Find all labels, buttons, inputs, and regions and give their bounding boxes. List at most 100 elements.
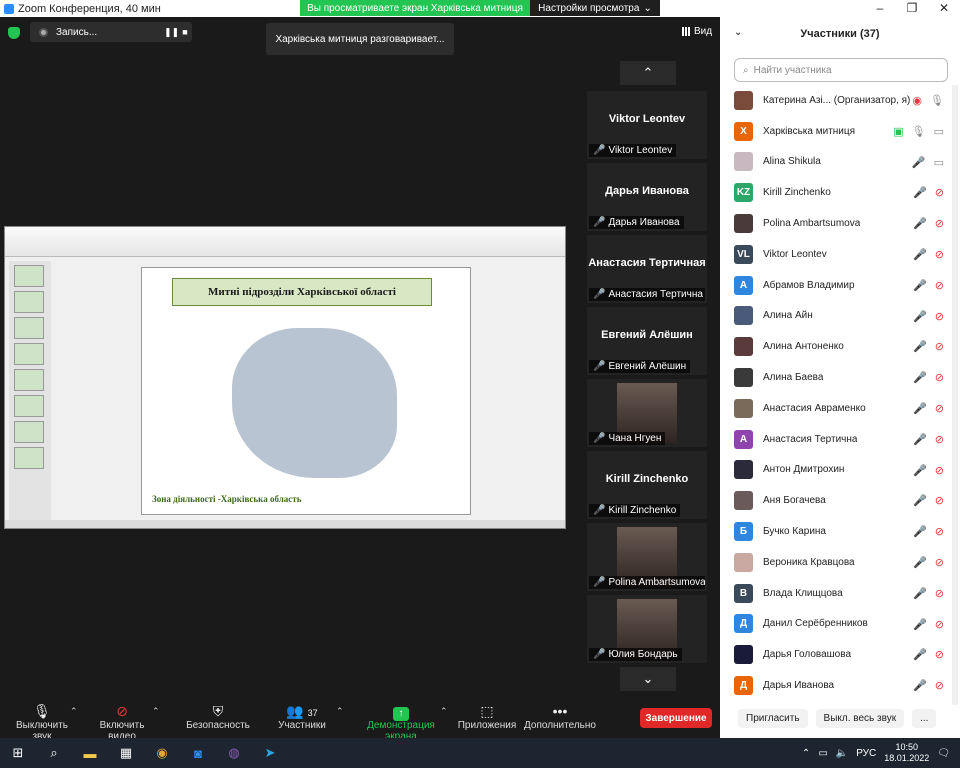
view-button[interactable]: Вид <box>682 26 712 37</box>
start-video-button[interactable]: ⊘ Включить видео <box>86 702 158 742</box>
muted-mic-icon: 🎤 <box>913 310 927 323</box>
collapse-chevron-icon[interactable]: ⌄ <box>734 27 742 38</box>
more-label: Дополнительно <box>524 720 596 731</box>
windows-start-icon[interactable]: ⊞ <box>0 738 36 768</box>
participants-button[interactable]: 👥 37 Участники <box>272 702 332 731</box>
mute-button[interactable]: 🎙 Выключить звук <box>6 702 78 742</box>
video-tile[interactable]: Kirill Zinchenko 🎤 Kirill Zinchenko <box>587 451 707 519</box>
participant-row[interactable]: KZ Kirill Zinchenko 🎤 ⊘ <box>720 177 960 208</box>
avatar: В <box>734 583 753 603</box>
participant-row[interactable]: Д Дарья Иванова 🎤 ⊘ <box>720 670 960 701</box>
participant-row[interactable]: Аня Богачева 🎤 ⊘ <box>720 485 960 516</box>
participant-row[interactable]: Алина Айн 🎤 ⊘ <box>720 301 960 332</box>
participant-search-input[interactable]: ⌕ Найти участника <box>734 58 948 82</box>
language-indicator[interactable]: РУС <box>856 748 876 759</box>
slide-title: Митні підрозділи Харківської області <box>172 278 432 306</box>
viber-icon[interactable]: ◍ <box>216 738 252 768</box>
participant-row[interactable]: В Влада Клищцова 🎤 ⊘ <box>720 578 960 609</box>
pause-recording-icon[interactable]: ❚❚ <box>164 27 179 38</box>
more-button[interactable]: ••• Дополнительно <box>524 702 596 731</box>
video-tile[interactable]: Евгений Алёшин 🎤 Евгений Алёшин <box>587 307 707 375</box>
participant-row[interactable]: Антон Дмитрохин 🎤 ⊘ <box>720 455 960 486</box>
more-icon: ••• <box>552 703 568 719</box>
close-button[interactable]: ✕ <box>928 0 960 16</box>
video-tile[interactable]: Viktor Leontev 🎤 Viktor Leontev <box>587 91 707 159</box>
participants-options-caret[interactable]: ⌃ <box>336 706 344 717</box>
calculator-icon[interactable]: ▦ <box>108 738 144 768</box>
participant-row[interactable]: Alina Shikula 🎤 ▭ <box>720 147 960 178</box>
participants-title: Участники (37) <box>800 28 880 40</box>
participant-row[interactable]: Катерина Азі... (Организатор, я) ◉ 🎙 <box>720 85 960 116</box>
file-explorer-icon[interactable]: ▬ <box>72 738 108 768</box>
slide-thumbnail <box>14 395 44 417</box>
participant-row[interactable]: Вероника Кравцова 🎤 ⊘ <box>720 547 960 578</box>
avatar: А <box>734 429 753 449</box>
volume-icon[interactable]: 🔈 <box>836 748 848 759</box>
tray-overflow-icon[interactable]: ⌃ <box>802 748 810 759</box>
video-tile[interactable]: Анастасия Тертичная 🎤 Анастасия Тертична <box>587 235 707 303</box>
stop-recording-icon[interactable]: ■ <box>178 27 192 37</box>
participant-row[interactable]: А Анастасия Тертична 🎤 ⊘ <box>720 424 960 455</box>
participant-name: Kirill Zinchenko <box>763 187 831 199</box>
security-button[interactable]: ⛨ Безопасность <box>182 702 254 731</box>
audio-options-caret[interactable]: ⌃ <box>70 706 78 717</box>
gallery-scroll-down-button[interactable]: ⌄ <box>620 667 676 691</box>
participant-row[interactable]: Х Харківська митниця ▣ 🎙 ▭ <box>720 116 960 147</box>
recording-indicator: Запись... ❚❚ ■ <box>30 22 192 42</box>
minimize-button[interactable]: – <box>864 0 896 16</box>
video-off-icon: ⊘ <box>934 618 944 631</box>
participant-row[interactable]: Polina Ambartsumova 🎤 ⊘ <box>720 208 960 239</box>
video-tile[interactable]: 🎤 Юлия Бондарь <box>587 595 707 663</box>
participant-row[interactable]: Алина Баева 🎤 ⊘ <box>720 362 960 393</box>
zoom-taskbar-icon[interactable]: ◙ <box>180 738 216 768</box>
video-tile[interactable]: Дарья Иванова 🎤 Дарья Иванова <box>587 163 707 231</box>
share-options-caret[interactable]: ⌃ <box>440 706 448 717</box>
participants-footer: Пригласить Выкл. весь звук ... <box>720 703 960 733</box>
participant-row[interactable]: Дарья Головашова 🎤 ⊘ <box>720 639 960 670</box>
video-off-icon: ⊘ <box>934 341 944 354</box>
avatar: VL <box>734 244 753 264</box>
telegram-icon[interactable]: ➤ <box>252 738 288 768</box>
participant-status-icons: ▣ 🎙 ▭ <box>893 125 944 138</box>
participant-name: Viktor Leontev <box>763 248 827 260</box>
participant-row[interactable]: Анастасия Авраменко 🎤 ⊘ <box>720 393 960 424</box>
end-meeting-button[interactable]: Завершение <box>640 708 712 728</box>
video-off-icon: ⊘ <box>934 526 944 539</box>
gallery-scroll-up-button[interactable]: ⌃ <box>620 61 676 85</box>
view-settings-button[interactable]: Настройки просмотра ⌄ <box>530 0 660 16</box>
participant-row[interactable]: Алина Антоненко 🎤 ⊘ <box>720 331 960 362</box>
encryption-shield-icon[interactable] <box>8 27 20 39</box>
window-controls: – ❐ ✕ <box>864 0 960 16</box>
search-icon[interactable]: ⌕ <box>36 738 72 768</box>
tile-display-name: Анастасия Тертичная <box>588 256 706 269</box>
muted-mic-icon: 🎤 <box>913 587 927 600</box>
muted-mic-icon: 🎤 <box>913 402 927 415</box>
video-tile[interactable]: 🎤 Polina Ambartsumova <box>587 523 707 591</box>
video-options-caret[interactable]: ⌃ <box>152 706 160 717</box>
share-screen-button[interactable]: ↑ Демонстрация экрана <box>352 702 450 742</box>
more-options-button[interactable]: ... <box>912 708 937 728</box>
network-icon[interactable]: ▭ <box>818 748 827 759</box>
participant-row[interactable]: А Абрамов Владимир 🎤 ⊘ <box>720 270 960 301</box>
participant-status-icons: 🎤 ⊘ <box>913 525 944 538</box>
muted-mic-icon: 🎤 <box>913 680 927 693</box>
participant-name: Анастасия Авраменко <box>763 402 866 414</box>
chrome-icon[interactable]: ◉ <box>144 738 180 768</box>
participant-status-icons: 🎤 ⊘ <box>913 279 944 292</box>
notifications-icon[interactable]: 🗨 <box>937 748 950 759</box>
muted-mic-icon: 🎤 <box>593 505 606 516</box>
participant-list-scrollbar[interactable] <box>952 85 958 705</box>
participant-name: Алина Баева <box>763 372 824 384</box>
participant-row[interactable]: Б Бучко Карина 🎤 ⊘ <box>720 516 960 547</box>
participant-row[interactable]: VL Viktor Leontev 🎤 ⊘ <box>720 239 960 270</box>
video-off-icon: ⊘ <box>934 248 944 261</box>
video-tile[interactable]: 🎤 Чана Нгуен <box>587 379 707 447</box>
participant-name: Бучко Карина <box>763 526 826 538</box>
invite-button[interactable]: Пригласить <box>738 708 808 728</box>
muted-mic-icon: 🎤 <box>593 649 606 660</box>
apps-button[interactable]: ⬚ Приложения <box>456 702 518 731</box>
clock[interactable]: 10:50 18.01.2022 <box>884 742 929 764</box>
participant-row[interactable]: Д Данил Серёбренников 🎤 ⊘ <box>720 609 960 640</box>
maximize-button[interactable]: ❐ <box>896 0 928 16</box>
mute-all-button[interactable]: Выкл. весь звук <box>815 708 905 728</box>
